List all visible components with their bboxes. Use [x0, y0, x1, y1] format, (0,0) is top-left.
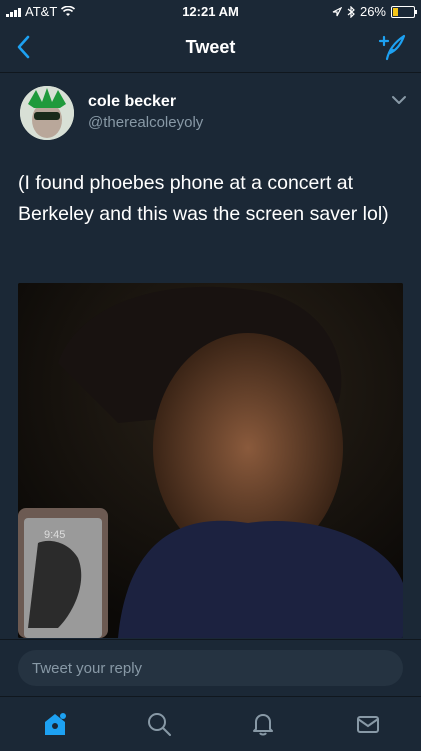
avatar[interactable]: [20, 86, 74, 140]
compose-tweet-icon[interactable]: [377, 32, 407, 62]
reply-placeholder: Tweet your reply: [32, 660, 143, 677]
tweet-photo[interactable]: 9:45: [18, 283, 403, 638]
messages-envelope-icon[interactable]: [355, 711, 381, 737]
battery-percent: 26%: [359, 4, 386, 19]
battery-icon: [391, 5, 417, 18]
avatar-image: [20, 86, 74, 140]
notifications-bell-icon[interactable]: [250, 711, 276, 737]
battery-fill: [393, 7, 398, 16]
nav-bar: Tweet: [0, 22, 421, 73]
photo-image: [18, 283, 403, 638]
search-icon[interactable]: [146, 711, 172, 737]
status-right: 26%: [332, 4, 417, 19]
page-title: Tweet: [185, 37, 236, 57]
reply-input[interactable]: Tweet your reply: [18, 650, 403, 686]
chevron-down-icon[interactable]: [391, 94, 407, 106]
phone-screen-time: 9:45: [44, 529, 66, 541]
location-icon: [332, 6, 342, 16]
author-handle[interactable]: @therealcoleyoly: [88, 114, 203, 131]
home-icon[interactable]: [42, 711, 68, 737]
bluetooth-icon: [347, 5, 355, 18]
reply-bar: Tweet your reply: [0, 639, 421, 696]
status-bar: AT&T 12:21 AM 26%: [0, 0, 421, 22]
tweet-text: (I found phoebes phone at a concert at B…: [18, 172, 389, 225]
author-name[interactable]: cole becker: [88, 93, 176, 111]
tab-bar: [0, 696, 421, 751]
